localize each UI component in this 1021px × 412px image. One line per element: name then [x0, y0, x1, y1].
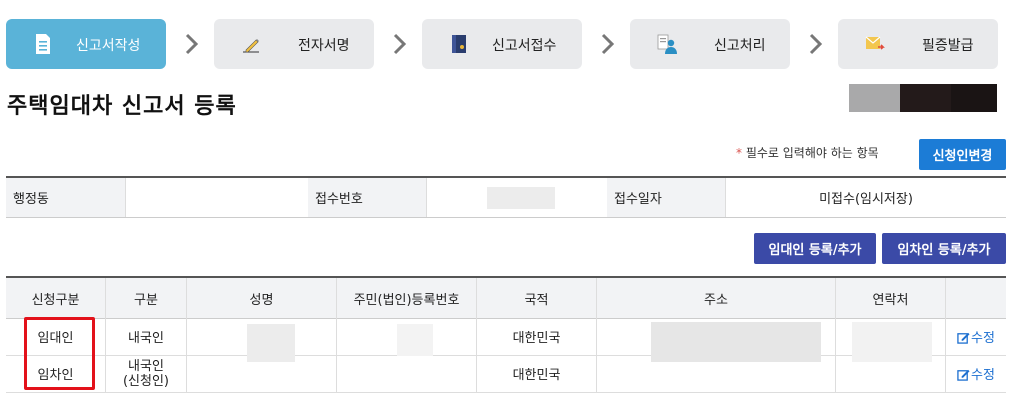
redacted-image: [849, 84, 900, 112]
edit-label: 수정: [971, 368, 995, 383]
receipt-no-label: 접수번호: [308, 178, 427, 217]
step-receive[interactable]: 신고서접수: [422, 19, 582, 69]
col-header: 주소: [597, 278, 836, 318]
certificate-icon: [865, 36, 885, 50]
row-name: [187, 318, 337, 362]
row-reg-no: [337, 355, 477, 392]
col-header: 연락처: [836, 278, 946, 318]
row-nationality: 대한민국: [477, 318, 597, 355]
row-address: [597, 318, 836, 362]
chevron-right-icon: [185, 33, 199, 55]
receipt-no-value: [427, 178, 608, 217]
step-label: 신고서작성: [76, 38, 141, 54]
pen-sign-icon: [243, 39, 259, 53]
table-header: 신청구분 구분 성명 주민(법인)등록번호 국적 주소 연락처: [6, 278, 1006, 319]
step-label: 신고서접수: [492, 38, 557, 54]
row-category: 내국인: [106, 318, 187, 355]
row-phone: [836, 355, 946, 392]
edit-icon: [957, 332, 970, 344]
step-label: 신고처리: [714, 38, 766, 54]
redacted-text: [487, 187, 555, 209]
dong-label: 행정동: [6, 178, 126, 217]
row-name: [187, 355, 337, 392]
add-lessor-button[interactable]: 임대인 등록/추가: [754, 233, 876, 264]
chevron-right-icon: [393, 33, 407, 55]
add-lessee-button[interactable]: 임차인 등록/추가: [882, 233, 1006, 264]
edit-button[interactable]: 수정: [946, 318, 1006, 355]
edit-label: 수정: [971, 331, 995, 346]
edit-icon: [957, 369, 970, 381]
col-header: 구분: [106, 278, 187, 318]
step-sign[interactable]: 전자서명: [214, 19, 374, 69]
folder-doc-icon: [452, 35, 466, 53]
row-address: [597, 355, 836, 392]
redacted-image: [951, 84, 997, 112]
col-header: 성명: [187, 278, 337, 318]
row-nationality: 대한민국: [477, 355, 597, 392]
page-title: 주택임대차 신고서 등록: [7, 94, 237, 119]
required-note: * 필수로 입력해야 하는 항목: [736, 146, 879, 160]
chevron-right-icon: [601, 33, 615, 55]
chevron-right-icon: [809, 33, 823, 55]
receipt-info-table: 행정동 접수번호 접수일자 미접수(임시저장): [6, 176, 1006, 218]
table-row: 임대인 내국인 대한민국 수정: [6, 318, 1006, 362]
row-reg-no: [337, 318, 477, 356]
person-doc-icon: [657, 34, 677, 54]
redacted-image: [900, 84, 951, 112]
step-label: 필증발급: [922, 38, 974, 54]
party-table: 신청구분 구분 성명 주민(법인)등록번호 국적 주소 연락처 임대인 내국인 …: [6, 276, 1006, 393]
col-header: 신청구분: [6, 278, 106, 318]
document-icon: [36, 34, 50, 54]
process-steps: 신고서작성 전자서명 신고서접수 신고처리 필증발급: [6, 19, 1016, 69]
edit-button[interactable]: 수정: [946, 355, 1006, 392]
col-header: 주민(법인)등록번호: [337, 278, 477, 318]
col-header: [946, 278, 1006, 318]
row-phone: [836, 318, 946, 362]
change-applicant-button[interactable]: 신청인변경: [919, 139, 1006, 170]
redacted-text: [397, 324, 433, 356]
dong-value: [126, 178, 309, 217]
receipt-date-label: 접수일자: [607, 178, 726, 217]
receipt-date-value: 미접수(임시저장): [819, 192, 913, 207]
col-header: 국적: [477, 278, 597, 318]
step-label: 전자서명: [298, 38, 350, 54]
step-process[interactable]: 신고처리: [630, 19, 790, 69]
highlight-box: [24, 317, 95, 390]
table-row: 임차인 내국인 (신청인) 대한민국 수정: [6, 355, 1006, 393]
step-issue[interactable]: 필증발급: [838, 19, 998, 69]
step-write[interactable]: 신고서작성: [6, 19, 166, 69]
row-category: 내국인 (신청인): [106, 355, 187, 392]
